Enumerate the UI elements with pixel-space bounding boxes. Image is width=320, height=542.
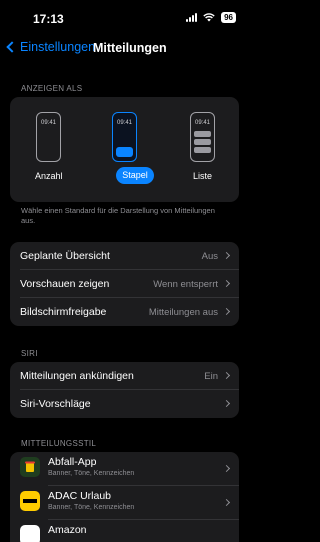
general-settings-card: Geplante Übersicht Aus Vorschauen zeigen… — [10, 242, 239, 326]
cellular-signal-icon — [186, 13, 198, 22]
adac-icon — [20, 491, 40, 511]
page-title: Mitteilungen — [93, 41, 167, 55]
back-button-label: Einstellungen — [20, 40, 96, 54]
battery-icon: 96 — [221, 12, 236, 23]
section-header-display-as: ANZEIGEN ALS — [21, 84, 83, 93]
app-row-abfall[interactable]: Abfall-App Banner, Töne, Kennzeichen — [10, 452, 239, 486]
status-icons: 96 — [186, 12, 236, 23]
chevron-right-icon — [222, 279, 231, 288]
option-label-list[interactable]: Liste — [193, 171, 212, 181]
stack-preview-phone[interactable]: 09:41 — [112, 112, 137, 162]
wifi-icon — [203, 13, 215, 22]
app-row-adac[interactable]: ADAC Urlaub Banner, Töne, Kennzeichen — [10, 486, 239, 520]
section-header-notification-style: MITTEILUNGSSTIL — [21, 439, 97, 448]
count-preview-phone[interactable]: 09:41 — [36, 112, 61, 162]
amazon-icon — [20, 525, 40, 542]
row-siri-suggestions[interactable]: Siri-Vorschläge — [10, 390, 239, 418]
abfall-app-icon — [20, 457, 40, 477]
row-screen-sharing[interactable]: Bildschirmfreigabe Mitteilungen aus — [10, 298, 239, 326]
list-preview-phone[interactable]: 09:41 — [190, 112, 215, 162]
back-button[interactable]: Einstellungen — [6, 40, 95, 54]
chevron-right-icon — [222, 251, 231, 260]
display-style-note: Wähle einen Standard für die Darstellung… — [21, 206, 215, 225]
option-label-count[interactable]: Anzahl — [35, 171, 63, 181]
chevron-right-icon — [222, 399, 231, 408]
row-announce-notifications[interactable]: Mitteilungen ankündigen Ein — [10, 362, 239, 390]
chevron-right-icon — [222, 307, 231, 316]
row-show-previews[interactable]: Vorschauen zeigen Wenn entsperrt — [10, 270, 239, 298]
display-style-picker: 09:41 Anzahl 09:41 Stapel 09:41 Liste — [10, 97, 239, 202]
chevron-right-icon — [222, 371, 231, 380]
chevron-right-icon — [222, 498, 231, 507]
app-row-amazon[interactable]: Amazon — [10, 520, 239, 542]
option-label-stack-selected[interactable]: Stapel — [116, 167, 154, 184]
notification-style-card: Abfall-App Banner, Töne, Kennzeichen ADA… — [10, 452, 239, 542]
status-time: 17:13 — [33, 12, 64, 26]
status-bar: 17:13 96 — [0, 0, 250, 34]
section-header-siri: SIRI — [21, 349, 38, 358]
chevron-left-icon — [6, 41, 18, 53]
chevron-right-icon — [222, 464, 231, 473]
row-scheduled-summary[interactable]: Geplante Übersicht Aus — [10, 242, 239, 270]
stack-notification-bar — [116, 147, 133, 157]
siri-settings-card: Mitteilungen ankündigen Ein Siri-Vorschl… — [10, 362, 239, 418]
navigation-bar: Einstellungen Mitteilungen — [0, 34, 250, 64]
